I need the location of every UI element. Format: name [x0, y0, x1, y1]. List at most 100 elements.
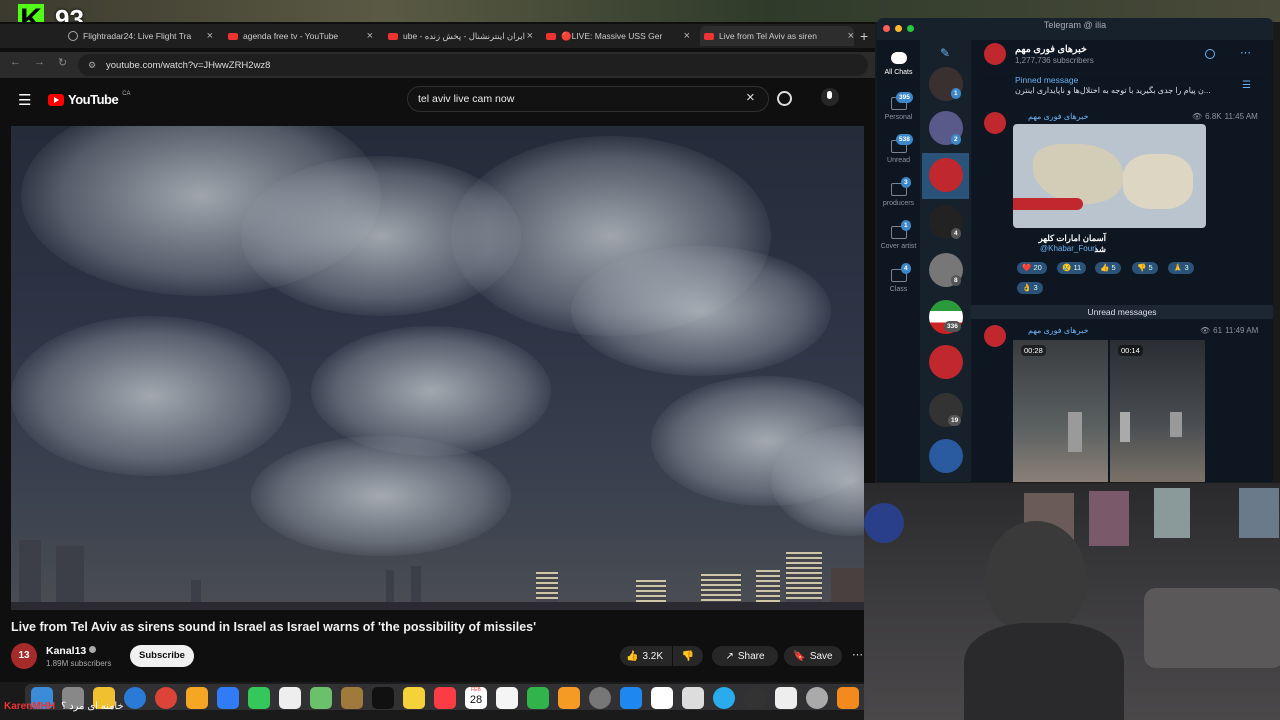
subscriber-count: 1.89M subscribers — [46, 659, 112, 668]
folder-badge: 1 — [901, 220, 911, 231]
like-button[interactable]: 👍 3.2K — [620, 646, 672, 666]
reaction-cry[interactable]: 😢 11 — [1057, 262, 1087, 274]
apple-tv-icon[interactable] — [372, 687, 394, 709]
reaction-pray[interactable]: 🙏 3 — [1168, 262, 1194, 274]
notes-icon[interactable] — [403, 687, 425, 709]
numbers-icon[interactable] — [527, 687, 549, 709]
channel-avatar[interactable] — [984, 43, 1006, 65]
tab-flightradar[interactable]: Flightradar24: Live Flight Tra × — [68, 26, 213, 46]
close-icon[interactable]: × — [207, 30, 213, 42]
menu-icon[interactable]: ☰ — [18, 91, 31, 109]
chat-avatar[interactable] — [929, 158, 963, 192]
channel-title[interactable]: خبرهای فوری مهم — [1015, 44, 1087, 55]
post-avatar[interactable] — [984, 112, 1006, 134]
video-thumbnail[interactable]: 00:28 — [1013, 340, 1108, 482]
video-duration: 00:28 — [1021, 345, 1046, 356]
search-icon[interactable] — [1205, 49, 1215, 59]
calendar-icon[interactable]: FEB 28 — [465, 687, 487, 709]
folder-badge: 3 — [901, 177, 911, 188]
more-icon[interactable]: ⋯ — [1240, 46, 1251, 59]
notion-icon[interactable] — [651, 687, 673, 709]
video-thumbnail[interactable]: 00:14 — [1110, 340, 1205, 482]
video-player[interactable] — [11, 126, 864, 610]
close-icon[interactable]: × — [848, 30, 854, 42]
news-icon[interactable] — [496, 687, 518, 709]
tab-iran-international[interactable]: ube - ایران اینترنشنال - پخش زنده × — [388, 26, 533, 46]
new-tab-button[interactable]: + — [860, 28, 868, 44]
back-icon[interactable]: ← — [10, 56, 21, 68]
reaction-ok[interactable]: 👌 3 — [1017, 282, 1043, 294]
folder-producers[interactable]: producers — [877, 183, 920, 207]
youtube-icon — [228, 32, 238, 40]
settings-icon[interactable] — [589, 687, 611, 709]
reaction-like[interactable]: 👍 5 — [1095, 262, 1121, 274]
pinned-text: ن پیام را جدی بگیرید با توجه به اختلال‌ه… — [1015, 86, 1211, 95]
more-actions-icon[interactable]: ⋯ — [852, 648, 863, 661]
safari-icon[interactable] — [124, 687, 146, 709]
post-author: خبرهای فوری مهم — [1028, 326, 1089, 335]
folder-all-chats[interactable]: All Chats — [877, 52, 920, 76]
channel-avatar[interactable]: 13 — [11, 643, 37, 669]
calendar-alt-icon[interactable] — [682, 687, 704, 709]
fl-studio-icon[interactable] — [837, 687, 859, 709]
disk-utility-icon[interactable] — [806, 687, 828, 709]
chat-avatar[interactable] — [929, 345, 963, 379]
channel-subscribers: 1,277,736 subscribers — [1015, 56, 1094, 65]
reaction-heart[interactable]: ❤️ 20 — [1017, 262, 1047, 274]
globe-icon — [68, 31, 78, 41]
verified-icon — [89, 646, 96, 653]
tab-agenda[interactable]: agenda free tv - YouTube × — [228, 26, 373, 46]
chrome-icon[interactable] — [155, 687, 177, 709]
compose-icon[interactable]: ✎ — [940, 46, 950, 60]
tab-tel-aviv[interactable]: Live from Tel Aviv as siren × — [700, 26, 854, 46]
subscribe-button[interactable]: Subscribe — [130, 645, 194, 667]
folder-cover-artist[interactable]: Cover artist — [877, 226, 920, 250]
unity-icon[interactable] — [775, 687, 797, 709]
close-icon[interactable]: × — [684, 30, 690, 42]
post-handle[interactable]: @Khabar_Fouri — [1040, 244, 1097, 253]
chat-badge: 19 — [948, 415, 962, 426]
pin-list-icon[interactable]: ☰ — [1242, 80, 1251, 91]
reload-icon[interactable]: ↻ — [58, 56, 67, 69]
facetime-icon[interactable] — [248, 687, 270, 709]
telegram-icon[interactable] — [713, 687, 735, 709]
search-input[interactable]: tel aviv live cam now — [407, 86, 769, 112]
close-icon[interactable]: × — [367, 30, 373, 42]
maps-icon[interactable] — [310, 687, 332, 709]
pages-icon[interactable] — [558, 687, 580, 709]
close-icon[interactable]: × — [527, 30, 533, 42]
tab-bar: Flightradar24: Live Flight Tra × agenda f… — [0, 24, 875, 48]
app-store-icon[interactable] — [620, 687, 642, 709]
address-bar[interactable]: ⚙ youtube.com/watch?v=JHwwZRH2wz8 — [78, 54, 868, 76]
youtube-play-icon — [48, 93, 64, 106]
post-map-image[interactable] — [1013, 124, 1206, 228]
save-button[interactable]: 🔖 Save — [784, 646, 842, 666]
mic-icon[interactable] — [821, 88, 839, 106]
channel-name[interactable]: Kanal13 — [46, 645, 86, 657]
unread-divider: Unread messages — [971, 305, 1273, 319]
search-icon[interactable] — [777, 91, 792, 106]
site-info-icon[interactable]: ⚙ — [88, 60, 96, 71]
eye-icon: 👁 — [1200, 326, 1211, 335]
forward-icon[interactable]: → — [34, 56, 45, 68]
telegram-title: Telegram @ ilia — [1043, 20, 1107, 30]
clear-search-icon[interactable]: × — [746, 89, 755, 106]
post-avatar[interactable] — [984, 325, 1006, 347]
photos-icon[interactable] — [186, 687, 208, 709]
video-title: Live from Tel Aviv as sirens sound in Is… — [11, 620, 537, 634]
chat-avatar[interactable] — [929, 439, 963, 473]
reminders-icon[interactable] — [279, 687, 301, 709]
post-author: خبرهای فوری مهم — [1028, 112, 1089, 121]
audio-app-icon[interactable] — [744, 687, 766, 709]
music-icon[interactable] — [434, 687, 456, 709]
folder-class[interactable]: Class — [877, 269, 920, 293]
share-button[interactable]: ↗ Share — [712, 646, 778, 666]
youtube-logo[interactable]: YouTube CA — [48, 91, 131, 107]
youtube-icon — [388, 32, 398, 40]
reaction-dislike[interactable]: 👎 5 — [1132, 262, 1158, 274]
archive-icon[interactable] — [341, 687, 363, 709]
mail-icon[interactable] — [217, 687, 239, 709]
tab-uss[interactable]: 🔴LIVE: Massive USS Ger × — [546, 26, 690, 46]
dislike-button[interactable]: 👎 — [673, 646, 703, 666]
eye-icon: 👁 — [1192, 112, 1203, 121]
